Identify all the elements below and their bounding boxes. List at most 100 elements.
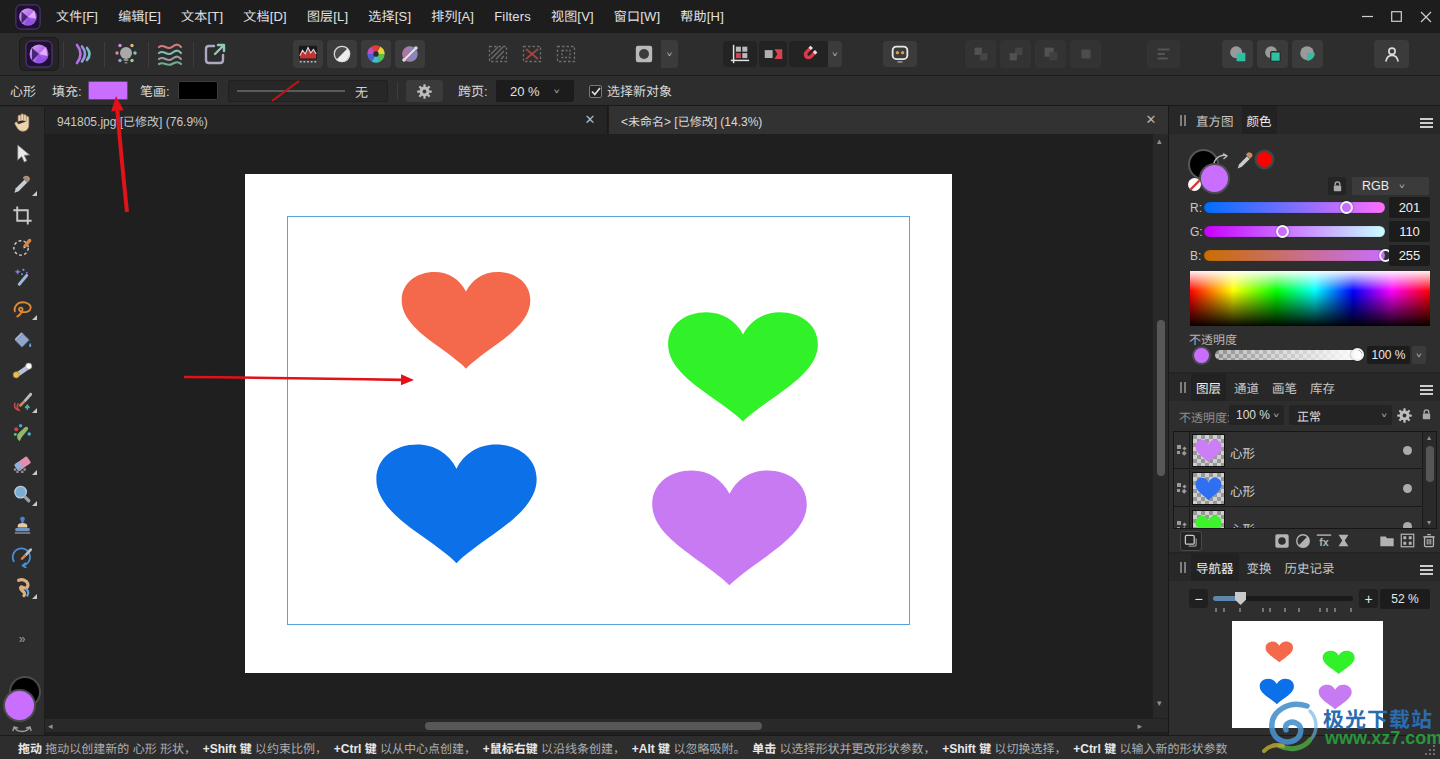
color-picker-icon[interactable] <box>1235 150 1256 171</box>
canvas-viewport[interactable] <box>45 134 1152 718</box>
horizontal-scrollbar[interactable]: ◂ ▸ <box>45 718 1168 732</box>
more-tools-button[interactable]: » <box>0 624 45 654</box>
liquify-persona-button[interactable] <box>68 39 98 69</box>
undo-brush-tool[interactable] <box>0 541 45 572</box>
invert-selection-button[interactable] <box>552 42 580 66</box>
color-picker-tool[interactable] <box>0 169 45 200</box>
layer-drag-handle[interactable] <box>1174 470 1190 507</box>
layer-visibility-toggle[interactable] <box>1403 446 1412 455</box>
menu-item-5[interactable]: 图层[L] <box>297 0 358 33</box>
color-model-select[interactable]: RGB ˅ <box>1352 177 1429 195</box>
zoom-in-button[interactable]: + <box>1359 589 1378 608</box>
layer-opacity-select[interactable]: 100 %˅ <box>1229 405 1284 425</box>
horizontal-scroll-thumb[interactable] <box>425 722 762 730</box>
scroll-up-icon[interactable]: ▴ <box>1427 433 1431 442</box>
color-lock-button[interactable] <box>1328 177 1346 195</box>
layer-thumbnail[interactable] <box>1192 472 1225 505</box>
opacity-dropdown[interactable]: ˅ <box>1412 346 1426 364</box>
group-layers-icon[interactable] <box>1379 533 1395 549</box>
snapping-toggle-button[interactable] <box>789 41 828 67</box>
blend-mode-select[interactable]: 正常˅ <box>1289 405 1392 425</box>
tonemapping-persona-button[interactable] <box>155 39 185 69</box>
mask-layer-icon[interactable] <box>1274 533 1290 549</box>
delete-layer-icon[interactable] <box>1421 532 1437 548</box>
zoom-out-button[interactable]: − <box>1189 589 1208 608</box>
zoom-tool[interactable] <box>0 479 45 510</box>
menu-item-10[interactable]: 窗口[W] <box>604 0 671 33</box>
layer-thumbnail[interactable] <box>1192 434 1225 467</box>
tab-histogram[interactable]: 直方图 <box>1191 106 1239 134</box>
panel-drag-handle[interactable] <box>1180 382 1186 393</box>
move-backward-button[interactable] <box>1035 40 1066 68</box>
minimize-button[interactable] <box>1353 0 1382 33</box>
live-filter-icon[interactable] <box>1336 533 1351 548</box>
tab-brushes[interactable]: 画笔 <box>1267 374 1302 401</box>
layer-drag-handle[interactable] <box>1174 508 1190 529</box>
document-tab-2[interactable]: <未命名> [已修改] (14.3%) ✕ <box>609 106 1168 134</box>
tab-transform[interactable]: 变换 <box>1242 554 1277 581</box>
vertical-scrollbar[interactable]: ▴ ▾ <box>1152 134 1168 718</box>
adjustment-layer-icon[interactable] <box>1295 533 1311 549</box>
green-slider-knob[interactable] <box>1276 225 1289 238</box>
opacity-slider-knob[interactable] <box>1351 348 1364 361</box>
freehand-selection-tool[interactable] <box>0 293 45 324</box>
zoom-slider-knob[interactable] <box>1235 592 1246 605</box>
layer-thumbnail[interactable] <box>1192 510 1225 529</box>
erase-brush-tool[interactable] <box>0 448 45 479</box>
fill-color-swatch[interactable] <box>88 81 128 100</box>
layer-row-3[interactable]: 心形 <box>1174 508 1436 529</box>
menu-item-4[interactable]: 文档[D] <box>233 0 297 33</box>
stroke-color-swatch[interactable] <box>178 81 218 100</box>
green-slider[interactable] <box>1204 226 1385 237</box>
heart-green[interactable] <box>665 309 821 424</box>
layer-list-scrollbar[interactable]: ▴ ▾ <box>1422 432 1436 528</box>
close-button[interactable] <box>1411 0 1440 33</box>
auto-colours-button[interactable] <box>361 40 391 68</box>
menu-item-6[interactable]: 选择[S] <box>358 0 421 33</box>
crop-tool[interactable] <box>0 200 45 231</box>
heart-blue[interactable] <box>373 441 540 566</box>
tab-channels[interactable]: 通道 <box>1229 374 1264 401</box>
blue-slider[interactable] <box>1204 250 1385 261</box>
resize-grip[interactable] <box>1424 744 1436 756</box>
pattern-layer-icon[interactable] <box>1400 533 1415 548</box>
scroll-down-icon[interactable]: ▾ <box>1427 518 1431 527</box>
quick-mask-dropdown[interactable]: ˅ <box>661 40 678 68</box>
panel-drag-handle[interactable] <box>1180 115 1186 126</box>
auto-white-balance-button[interactable] <box>395 40 425 68</box>
panel-menu-icon[interactable] <box>1420 116 1433 130</box>
show-grid-button[interactable] <box>723 41 757 67</box>
heart-orange[interactable] <box>399 269 533 371</box>
tab-history[interactable]: 历史记录 <box>1280 554 1340 581</box>
scroll-down-icon[interactable]: ▾ <box>1157 698 1162 708</box>
primary-color-swatch[interactable] <box>1201 165 1228 192</box>
select-all-button[interactable] <box>484 42 512 66</box>
panel-menu-icon[interactable] <box>1420 563 1433 577</box>
gradient-tool[interactable] <box>0 355 45 386</box>
tab-stock[interactable]: 库存 <box>1305 374 1340 401</box>
layer-settings-icon[interactable] <box>1397 408 1412 423</box>
photo-persona-button[interactable] <box>20 38 58 70</box>
geometry-add-button[interactable] <box>1222 40 1253 68</box>
layer-row-2[interactable]: 心形 <box>1174 470 1436 507</box>
tab-close-icon[interactable]: ✕ <box>582 112 598 128</box>
menu-item-3[interactable]: 文本[T] <box>171 0 233 33</box>
stroke-width-control[interactable]: 无 <box>228 80 388 102</box>
auto-levels-button[interactable] <box>293 40 323 68</box>
alignment-button[interactable] <box>1147 40 1180 68</box>
picked-color-swatch[interactable] <box>1257 152 1272 167</box>
spread-select[interactable]: 20 % ˅ <box>496 80 574 102</box>
color-spectrum[interactable] <box>1190 271 1430 326</box>
scroll-left-icon[interactable]: ◂ <box>48 721 53 731</box>
auto-contrast-button[interactable] <box>327 40 357 68</box>
layer-visibility-toggle[interactable] <box>1403 522 1412 529</box>
layer-row-1[interactable]: 心形 <box>1174 432 1436 469</box>
deselect-button[interactable] <box>518 42 546 66</box>
move-forward-button[interactable] <box>1000 40 1031 68</box>
menu-item-1[interactable]: 文件[F] <box>46 0 108 33</box>
menu-item-8[interactable]: Filters <box>484 0 541 33</box>
layer-visibility-toggle[interactable] <box>1403 484 1412 493</box>
maximize-button[interactable] <box>1382 0 1411 33</box>
scroll-up-icon[interactable]: ▴ <box>1157 136 1162 146</box>
layer-drag-handle[interactable] <box>1174 432 1190 469</box>
